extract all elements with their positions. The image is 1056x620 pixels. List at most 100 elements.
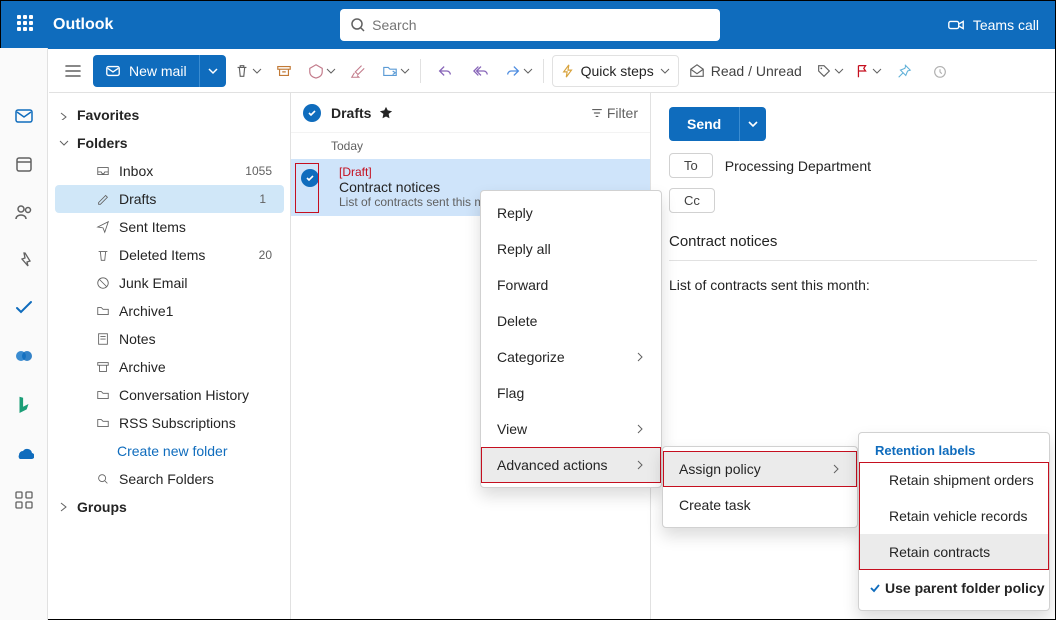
nav-rss[interactable]: RSS Subscriptions — [49, 409, 290, 437]
archive-button[interactable] — [268, 55, 300, 87]
app-header: Outlook Teams call — [1, 1, 1055, 49]
ctx-delete[interactable]: Delete — [481, 303, 661, 339]
search-icon — [350, 17, 366, 33]
hamburger-icon[interactable] — [57, 62, 89, 80]
rail-calendar-icon[interactable] — [12, 152, 36, 176]
ctx-create-task[interactable]: Create task — [663, 487, 857, 523]
report-button[interactable] — [304, 55, 338, 87]
submenu-retention: Retention labels Retain shipment orders … — [858, 432, 1050, 611]
brand-label: Outlook — [53, 16, 113, 34]
nav-conv-history[interactable]: Conversation History — [49, 381, 290, 409]
nav-drafts[interactable]: Drafts1 — [55, 185, 284, 213]
ctx-assign-policy[interactable]: Assign policy — [663, 451, 857, 487]
retention-vehicle[interactable]: Retain vehicle records — [859, 498, 1049, 534]
notes-icon — [93, 332, 113, 346]
lightning-icon — [561, 64, 575, 78]
message-checkbox[interactable] — [301, 169, 319, 187]
message-preview: List of contracts sent this m — [339, 195, 484, 209]
ctx-advanced-actions[interactable]: Advanced actions — [481, 447, 661, 483]
folder-icon — [93, 304, 113, 318]
nav-junk[interactable]: Junk Email — [49, 269, 290, 297]
send-button[interactable]: Send — [669, 107, 766, 141]
date-separator: Today — [291, 133, 650, 159]
sweep-button[interactable] — [342, 55, 374, 87]
rail-apps-icon[interactable] — [12, 488, 36, 512]
submenu-advanced: Assign policy Create task — [662, 446, 858, 528]
nav-notes[interactable]: Notes — [49, 325, 290, 353]
archive-icon — [93, 360, 113, 374]
junk-icon — [93, 276, 113, 290]
ctx-reply[interactable]: Reply — [481, 195, 661, 231]
list-header: Drafts Filter — [291, 93, 650, 133]
folder-icon — [93, 416, 113, 430]
pin-button[interactable] — [888, 55, 920, 87]
cc-button[interactable]: Cc — [669, 188, 715, 213]
nav-archive[interactable]: Archive — [49, 353, 290, 381]
ctx-categorize[interactable]: Categorize — [481, 339, 661, 375]
reply-all-button[interactable] — [465, 55, 497, 87]
trash-icon — [93, 248, 113, 262]
ctx-view[interactable]: View — [481, 411, 661, 447]
snooze-button[interactable] — [924, 55, 956, 87]
quick-steps-button[interactable]: Quick steps — [552, 55, 679, 87]
teams-call-button[interactable]: Teams call — [947, 16, 1039, 34]
search-icon — [93, 472, 113, 486]
tag-button[interactable] — [812, 55, 846, 87]
ctx-flag[interactable]: Flag — [481, 375, 661, 411]
move-button[interactable] — [378, 55, 412, 87]
read-unread-button[interactable]: Read / Unread — [683, 63, 808, 79]
compose-body[interactable]: List of contracts sent this month: — [669, 277, 1037, 293]
nav-deleted[interactable]: Deleted Items20 — [49, 241, 290, 269]
inbox-icon — [93, 164, 113, 178]
new-mail-button[interactable]: New mail — [93, 55, 226, 87]
rail-todo-icon[interactable] — [12, 296, 36, 320]
nav-search-folders[interactable]: Search Folders — [49, 465, 290, 493]
video-icon — [947, 16, 965, 34]
search-input[interactable] — [372, 17, 710, 33]
sent-icon — [93, 220, 113, 234]
nav-folders[interactable]: Folders — [49, 129, 290, 157]
retention-parent-policy[interactable]: Use parent folder policy — [859, 570, 1049, 606]
teams-call-label: Teams call — [973, 17, 1039, 33]
rail-people-icon[interactable] — [12, 200, 36, 224]
nav-archive1[interactable]: Archive1 — [49, 297, 290, 325]
draft-tag: [Draft] — [339, 165, 484, 179]
flag-button[interactable] — [850, 55, 884, 87]
retention-shipment[interactable]: Retain shipment orders — [859, 462, 1049, 498]
ctx-forward[interactable]: Forward — [481, 267, 661, 303]
favorite-star-icon[interactable] — [379, 106, 393, 120]
nav-create-folder[interactable]: Create new folder — [49, 437, 290, 465]
select-all-toggle[interactable] — [303, 104, 321, 122]
subject-field[interactable]: Contract notices — [669, 223, 1037, 261]
nav-favorites[interactable]: Favorites — [49, 101, 290, 129]
new-mail-chevron[interactable] — [199, 55, 226, 87]
to-button[interactable]: To — [669, 153, 713, 178]
folder-icon — [93, 388, 113, 402]
command-bar: New mail Quick steps Read / Unread — [49, 49, 1055, 93]
nav-groups[interactable]: Groups — [49, 493, 290, 521]
message-subject: Contract notices — [339, 179, 484, 195]
quick-steps-label: Quick steps — [581, 63, 654, 79]
rail-bing-icon[interactable] — [12, 392, 36, 416]
ctx-reply-all[interactable]: Reply all — [481, 231, 661, 267]
delete-button[interactable] — [230, 55, 264, 87]
nav-sent[interactable]: Sent Items — [49, 213, 290, 241]
retention-header: Retention labels — [859, 437, 1049, 462]
drafts-icon — [93, 192, 113, 206]
nav-inbox[interactable]: Inbox1055 — [49, 157, 290, 185]
search-input-wrapper[interactable] — [340, 9, 720, 41]
app-launcher-icon[interactable] — [17, 15, 37, 35]
rail-files-icon[interactable] — [12, 248, 36, 272]
mail-icon — [105, 63, 121, 79]
to-value[interactable]: Processing Department — [725, 158, 871, 174]
reply-button[interactable] — [429, 55, 461, 87]
forward-button[interactable] — [501, 55, 535, 87]
retention-contracts[interactable]: Retain contracts — [859, 534, 1049, 570]
send-chevron[interactable] — [739, 107, 766, 141]
rail-mail-icon[interactable] — [12, 104, 36, 128]
envelope-open-icon — [689, 63, 705, 79]
rail-viva-icon[interactable] — [12, 344, 36, 368]
rail-onedrive-icon[interactable] — [12, 440, 36, 464]
filter-button[interactable]: Filter — [591, 105, 638, 121]
context-menu: Reply Reply all Forward Delete Categoriz… — [480, 190, 662, 488]
